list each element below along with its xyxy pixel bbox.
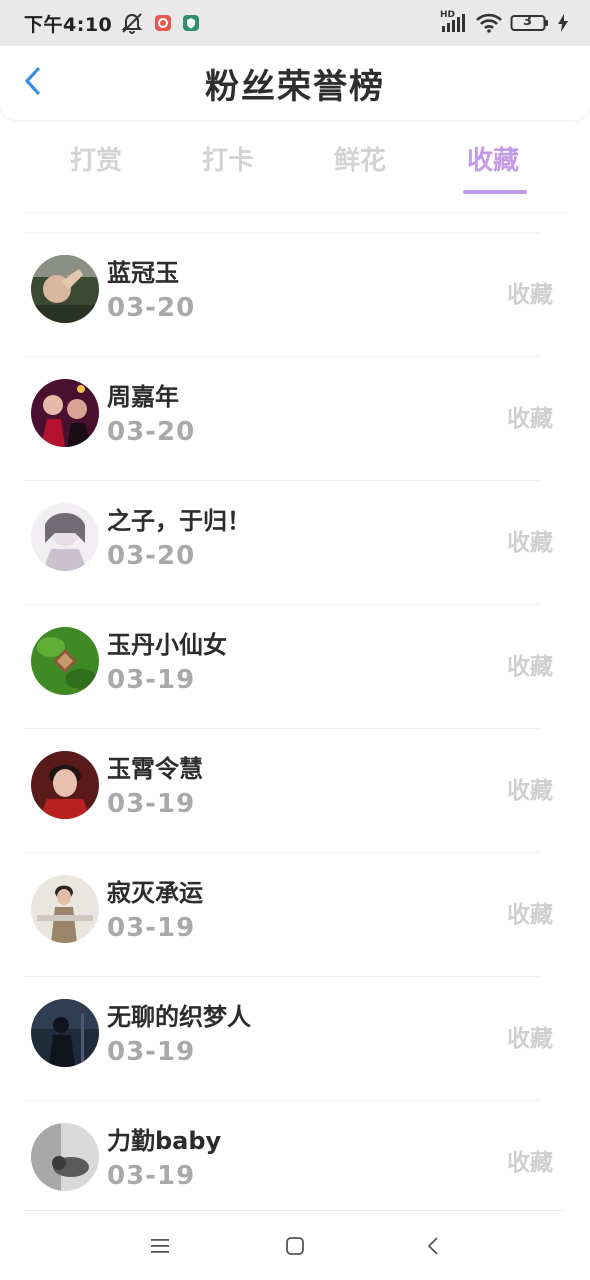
charging-icon	[558, 14, 568, 32]
avatar-photo-butterfly-icon	[31, 627, 99, 695]
nav-menu-button[interactable]	[145, 1231, 175, 1261]
status-time: 下午4:10	[24, 13, 113, 36]
avatar[interactable]	[31, 627, 99, 695]
fan-date: 03-19	[107, 789, 196, 819]
nav-home-button[interactable]	[280, 1231, 310, 1261]
fan-date: 03-20	[107, 541, 196, 571]
action-label: 收藏	[507, 654, 553, 680]
tab-label: 鲜花	[333, 146, 386, 176]
battery-level: 3	[523, 14, 533, 29]
fan-name: 无聊的织梦人	[107, 1003, 251, 1031]
avatar-photo-sketch-icon	[31, 503, 99, 571]
tab-checkin[interactable]: 打卡	[178, 140, 278, 194]
mute-bell-icon	[120, 12, 144, 34]
wifi-icon	[476, 13, 502, 33]
fan-list: 蓝冠玉 03-20 收藏 周嘉年 03-20 收藏 之子，于归！ 03-20 收…	[0, 232, 590, 1224]
tab-flowers[interactable]: 鲜花	[310, 140, 410, 194]
avatar[interactable]	[31, 1123, 99, 1191]
action-label: 收藏	[507, 902, 553, 928]
fan-date: 03-20	[107, 293, 196, 323]
divider	[24, 212, 566, 213]
back-button[interactable]	[16, 66, 50, 100]
list-item[interactable]: 蓝冠玉 03-20 收藏	[24, 232, 553, 356]
tab-bar: 打赏 打卡 鲜花 收藏	[0, 128, 590, 194]
list-item[interactable]: 无聊的织梦人 03-19 收藏	[24, 976, 553, 1100]
avatar[interactable]	[31, 875, 99, 943]
shield-app-icon	[182, 14, 200, 32]
page-title: 粉丝荣誉榜	[205, 66, 385, 107]
avatar-photo-hand-icon	[31, 255, 99, 323]
battery-icon: 3	[510, 13, 550, 33]
app-notification-icon	[154, 14, 172, 32]
avatar-photo-girls-icon	[31, 379, 99, 447]
avatar-photo-bw-icon	[31, 1123, 99, 1191]
tab-label: 打赏	[69, 146, 122, 176]
fan-name: 蓝冠玉	[107, 259, 179, 287]
avatar[interactable]	[31, 503, 99, 571]
action-label: 收藏	[507, 1026, 553, 1052]
avatar-photo-night-icon	[31, 999, 99, 1067]
list-item[interactable]: 玉霄令慧 03-19 收藏	[24, 728, 553, 852]
fan-name: 玉霄令慧	[107, 755, 203, 783]
tab-label: 收藏	[466, 146, 519, 176]
avatar-photo-man-red-icon	[31, 751, 99, 819]
nav-back-button[interactable]	[418, 1231, 448, 1261]
fan-date: 03-19	[107, 665, 196, 695]
avatar[interactable]	[31, 379, 99, 447]
network-label: HD	[440, 10, 456, 20]
avatar[interactable]	[31, 999, 99, 1067]
list-item[interactable]: 力勤baby 03-19 收藏	[24, 1100, 553, 1224]
avatar-photo-man-coat-icon	[31, 875, 99, 943]
tab-reward[interactable]: 打赏	[46, 140, 146, 194]
system-nav-bar	[0, 1211, 590, 1280]
tab-favorites[interactable]: 收藏	[443, 140, 543, 194]
status-bar: 下午4:10 HD 3	[0, 0, 590, 46]
fan-date: 03-19	[107, 1037, 196, 1067]
back-triangle-icon	[428, 1237, 438, 1255]
menu-icon	[151, 1239, 169, 1253]
fan-date: 03-19	[107, 913, 196, 943]
header-bar: 粉丝荣誉榜	[0, 46, 590, 120]
home-square-icon	[286, 1237, 304, 1255]
list-item[interactable]: 之子，于归！ 03-20 收藏	[24, 480, 553, 604]
action-label: 收藏	[507, 282, 553, 308]
tab-label: 打卡	[201, 146, 254, 176]
avatar[interactable]	[31, 255, 99, 323]
chevron-left-icon	[23, 66, 43, 100]
avatar[interactable]	[31, 751, 99, 819]
status-system-icons: HD 3	[440, 10, 568, 34]
action-label: 收藏	[507, 530, 553, 556]
list-item[interactable]: 周嘉年 03-20 收藏	[24, 356, 553, 480]
fan-date: 03-20	[107, 417, 196, 447]
fan-name: 周嘉年	[107, 383, 179, 411]
action-label: 收藏	[507, 1150, 553, 1176]
action-label: 收藏	[507, 778, 553, 804]
status-notification-icons	[120, 12, 200, 34]
active-tab-indicator	[463, 190, 527, 194]
fan-name: 之子，于归！	[107, 507, 251, 535]
fan-name: 寂灭承运	[107, 879, 203, 907]
fan-name: 力勤baby	[107, 1127, 222, 1155]
fan-date: 03-19	[107, 1161, 196, 1191]
list-item[interactable]: 寂灭承运 03-19 收藏	[24, 852, 553, 976]
signal-icon: HD	[440, 10, 468, 34]
action-label: 收藏	[507, 406, 553, 432]
fan-name: 玉丹小仙女	[107, 631, 227, 659]
list-item[interactable]: 玉丹小仙女 03-19 收藏	[24, 604, 553, 728]
